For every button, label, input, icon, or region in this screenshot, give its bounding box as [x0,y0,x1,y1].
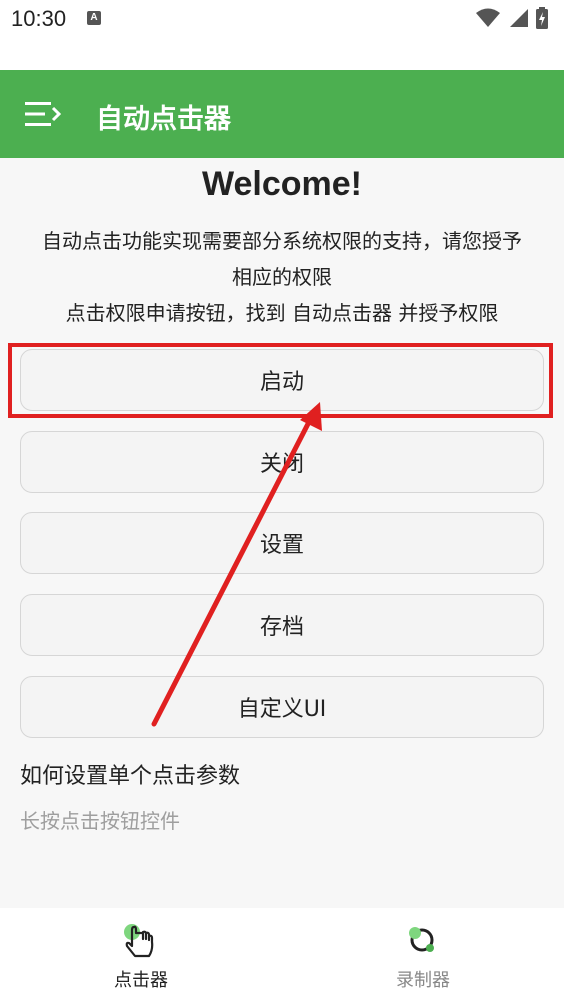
description-line: 点击权限申请按钮，找到 自动点击器 并授予权限 [65,301,499,325]
custom-ui-button[interactable]: 自定义UI [20,676,544,738]
status-bar: 10:30 A [0,0,564,70]
nav-label-clicker: 点击器 [114,970,168,991]
page-title: 自动点击器 [96,104,231,135]
close-button[interactable]: 关闭 [20,431,544,493]
nav-item-recorder[interactable]: 录制器 [282,908,564,1001]
menu-icon[interactable] [25,99,61,129]
nav-label-recorder: 录制器 [396,970,450,991]
tap-hand-icon [124,924,154,958]
welcome-heading: Welcome! [202,165,362,203]
status-time: 10:30 [11,6,67,31]
description-line: 相应的权限 [232,265,332,289]
howto-subtitle: 长按点击按钮控件 [20,809,180,833]
wifi-icon [476,8,500,27]
status-icons [476,7,548,29]
nav-item-clicker[interactable]: 点击器 [0,908,282,1001]
app-bar: 自动点击器 [0,70,564,158]
battery-icon [536,7,548,29]
archive-button[interactable]: 存档 [20,594,544,656]
notification-icon: A [87,11,101,25]
bottom-nav: 点击器 录制器 [0,908,564,1001]
description-line: 自动点击功能实现需要部分系统权限的支持，请您授予 [42,229,522,253]
record-icon [409,927,434,952]
howto-title: 如何设置单个点击参数 [20,764,241,789]
signal-icon [510,9,528,27]
settings-button[interactable]: 设置 [20,512,544,574]
welcome-description: 自动点击功能实现需要部分系统权限的支持，请您授予 相应的权限 点击权限申请按钮，… [14,223,550,331]
start-button[interactable]: 启动 [20,349,544,411]
